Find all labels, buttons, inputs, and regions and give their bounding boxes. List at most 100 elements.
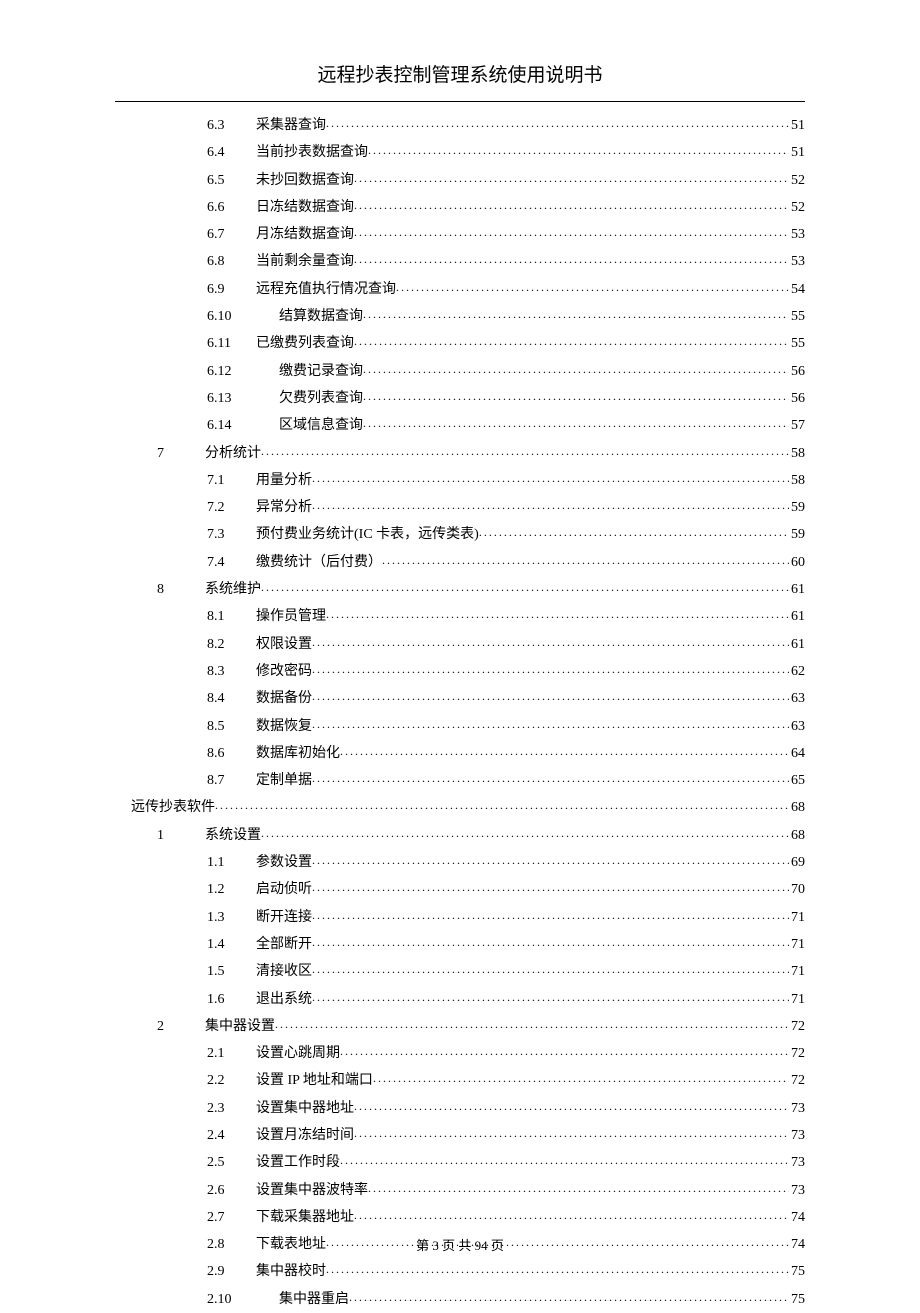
toc-entry[interactable]: 2.4设置月冻结时间73 bbox=[115, 1122, 805, 1149]
toc-entry[interactable]: 1.5清接收区71 bbox=[115, 958, 805, 985]
toc-entry[interactable]: 8.3修改密码62 bbox=[115, 658, 805, 685]
toc-entry[interactable]: 7.2异常分析59 bbox=[115, 494, 805, 521]
toc-entry[interactable]: 2.9集中器校时75 bbox=[115, 1258, 805, 1285]
toc-leader-dots bbox=[363, 301, 789, 327]
toc-page: 68 bbox=[789, 795, 805, 821]
toc-number: 6.9 bbox=[207, 277, 256, 303]
toc-leader-dots bbox=[326, 601, 789, 627]
toc-number: 8.2 bbox=[207, 632, 256, 658]
page-title: 远程抄表控制管理系统使用说明书 bbox=[115, 60, 805, 87]
toc-label: 日冻结数据查询 bbox=[256, 195, 354, 221]
toc-entry[interactable]: 6.7月冻结数据查询53 bbox=[115, 221, 805, 248]
toc-entry[interactable]: 1.3断开连接71 bbox=[115, 904, 805, 931]
toc-entry[interactable]: 8.6数据库初始化64 bbox=[115, 740, 805, 767]
toc-entry[interactable]: 8.2权限设置61 bbox=[115, 631, 805, 658]
toc-entry[interactable]: 6.4当前抄表数据查询51 bbox=[115, 139, 805, 166]
toc-entry[interactable]: 6.11已缴费列表查询55 bbox=[115, 330, 805, 357]
toc-page: 74 bbox=[789, 1205, 805, 1231]
toc-number: 2.6 bbox=[207, 1178, 256, 1204]
toc-entry[interactable]: 8.4数据备份63 bbox=[115, 685, 805, 712]
toc-entry[interactable]: 8.5数据恢复63 bbox=[115, 713, 805, 740]
toc-page: 52 bbox=[789, 195, 805, 221]
toc-leader-dots bbox=[261, 438, 789, 464]
toc-leader-dots bbox=[382, 547, 789, 573]
toc-page: 62 bbox=[789, 659, 805, 685]
toc-entry[interactable]: 8.7定制单据65 bbox=[115, 767, 805, 794]
toc-page: 73 bbox=[789, 1096, 805, 1122]
toc-entry[interactable]: 7.4缴费统计（后付费）60 bbox=[115, 549, 805, 576]
toc-label: 设置月冻结时间 bbox=[256, 1123, 354, 1149]
toc-entry[interactable]: 6.9远程充值执行情况查询54 bbox=[115, 276, 805, 303]
toc-label: 未抄回数据查询 bbox=[256, 168, 354, 194]
toc-page: 75 bbox=[789, 1259, 805, 1285]
toc-entry[interactable]: 7分析统计58 bbox=[115, 440, 805, 467]
toc-entry[interactable]: 1.2启动侦听70 bbox=[115, 876, 805, 903]
toc-label: 当前剩余量查询 bbox=[256, 249, 354, 275]
toc-label: 下载采集器地址 bbox=[256, 1205, 354, 1231]
toc-label: 数据库初始化 bbox=[256, 741, 340, 767]
toc-entry[interactable]: 2.6设置集中器波特率73 bbox=[115, 1177, 805, 1204]
toc-page: 75 bbox=[789, 1287, 805, 1313]
toc-leader-dots bbox=[312, 656, 789, 682]
toc-entry[interactable]: 6.5未抄回数据查询52 bbox=[115, 167, 805, 194]
toc-leader-dots bbox=[215, 792, 789, 818]
toc-page: 57 bbox=[789, 413, 805, 439]
toc-label: 远程充值执行情况查询 bbox=[256, 277, 396, 303]
toc-leader-dots bbox=[363, 356, 789, 382]
toc-page: 55 bbox=[789, 331, 805, 357]
toc-entry[interactable]: 1.4全部断开71 bbox=[115, 931, 805, 958]
toc-leader-dots bbox=[312, 629, 789, 655]
toc-entry[interactable]: 2.5设置工作时段73 bbox=[115, 1149, 805, 1176]
toc-entry[interactable]: 远传抄表软件68 bbox=[115, 794, 805, 821]
toc-label: 设置集中器波特率 bbox=[256, 1178, 368, 1204]
toc-entry[interactable]: 6.6日冻结数据查询 52 bbox=[115, 194, 805, 221]
toc-leader-dots bbox=[396, 274, 789, 300]
toc-label: 缴费记录查询 bbox=[279, 359, 363, 385]
toc-entry[interactable]: 2.7下载采集器地址 74 bbox=[115, 1204, 805, 1231]
toc-leader-dots bbox=[312, 902, 789, 928]
toc-number: 6.6 bbox=[207, 195, 256, 221]
toc-entry[interactable]: 6.13欠费列表查询56 bbox=[115, 385, 805, 412]
toc-leader-dots bbox=[261, 820, 789, 846]
toc-label: 欠费列表查询 bbox=[279, 386, 363, 412]
toc-number: 7.1 bbox=[207, 468, 256, 494]
table-of-contents: 6.3采集器查询516.4当前抄表数据查询516.5未抄回数据查询526.6日冻… bbox=[115, 112, 805, 1313]
toc-entry[interactable]: 6.3采集器查询51 bbox=[115, 112, 805, 139]
toc-number: 2.5 bbox=[207, 1150, 256, 1176]
toc-entry[interactable]: 6.14区域信息查询57 bbox=[115, 412, 805, 439]
toc-entry[interactable]: 7.3预付费业务统计(IC 卡表，远传类表)59 bbox=[115, 521, 805, 548]
toc-leader-dots bbox=[312, 465, 789, 491]
toc-entry[interactable]: 2.10集中器重启75 bbox=[115, 1286, 805, 1313]
toc-entry[interactable]: 2.2设置 IP 地址和端口72 bbox=[115, 1067, 805, 1094]
toc-leader-dots bbox=[479, 519, 789, 545]
toc-entry[interactable]: 1.1参数设置69 bbox=[115, 849, 805, 876]
toc-entry[interactable]: 1系统设置68 bbox=[115, 822, 805, 849]
toc-entry[interactable]: 2.3设置集中器地址73 bbox=[115, 1095, 805, 1122]
toc-number: 8.6 bbox=[207, 741, 256, 767]
toc-page: 53 bbox=[789, 222, 805, 248]
toc-number: 6.11 bbox=[207, 331, 256, 357]
toc-number: 7.3 bbox=[207, 522, 256, 548]
toc-entry[interactable]: 1.6退出系统71 bbox=[115, 986, 805, 1013]
toc-number: 6.14 bbox=[207, 413, 279, 439]
toc-leader-dots bbox=[363, 410, 789, 436]
toc-entry[interactable]: 8.1操作员管理61 bbox=[115, 603, 805, 630]
toc-entry[interactable]: 6.12缴费记录查询56 bbox=[115, 358, 805, 385]
toc-leader-dots bbox=[354, 328, 789, 354]
toc-label: 集中器重启 bbox=[279, 1287, 349, 1313]
toc-leader-dots bbox=[312, 929, 789, 955]
toc-entry[interactable]: 2集中器设置72 bbox=[115, 1013, 805, 1040]
toc-entry[interactable]: 7.1用量分析58 bbox=[115, 467, 805, 494]
toc-label: 系统设置 bbox=[205, 823, 261, 849]
toc-label: 设置工作时段 bbox=[256, 1150, 340, 1176]
toc-entry[interactable]: 6.8当前剩余量查询53 bbox=[115, 248, 805, 275]
toc-number: 2.7 bbox=[207, 1205, 256, 1231]
toc-page: 68 bbox=[789, 823, 805, 849]
toc-page: 55 bbox=[789, 304, 805, 330]
toc-page: 61 bbox=[789, 604, 805, 630]
toc-entry[interactable]: 2.1设置心跳周期72 bbox=[115, 1040, 805, 1067]
toc-number: 7.2 bbox=[207, 495, 256, 521]
toc-entry[interactable]: 8系统维护61 bbox=[115, 576, 805, 603]
toc-entry[interactable]: 6.10结算数据查询55 bbox=[115, 303, 805, 330]
toc-page: 72 bbox=[789, 1014, 805, 1040]
